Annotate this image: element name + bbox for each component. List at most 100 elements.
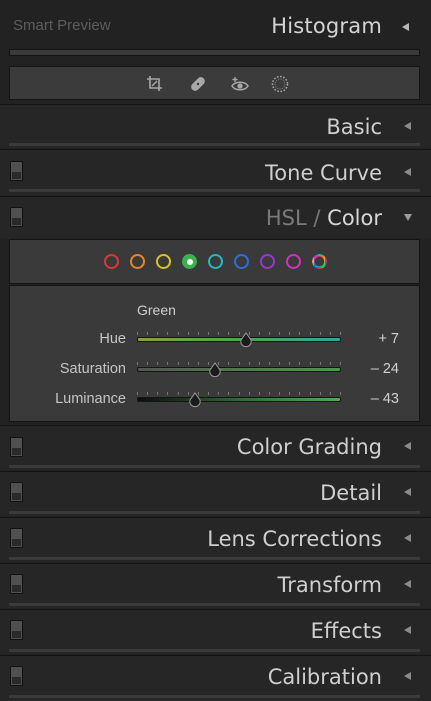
collapse-triangle-icon[interactable]	[404, 214, 412, 221]
saturation-value[interactable]: – 24	[339, 361, 399, 377]
effects-panel-header[interactable]: Effects	[0, 609, 431, 654]
slider-tick	[289, 392, 291, 395]
hue-label: Hue	[99, 331, 126, 347]
slider-tick	[309, 332, 311, 335]
lens-corrections-panel-title[interactable]: Lens Corrections	[207, 527, 382, 551]
swatch-blue[interactable]	[234, 254, 249, 269]
slider-tick	[329, 392, 331, 395]
crop-icon[interactable]	[144, 73, 166, 95]
slider-tick	[228, 362, 230, 365]
detail-panel-title[interactable]: Detail	[320, 481, 382, 505]
effects-panel-title[interactable]: Effects	[311, 619, 382, 643]
swatch-magenta[interactable]	[286, 254, 301, 269]
transform-panel-title[interactable]: Transform	[278, 573, 382, 597]
develop-right-panel: Smart Preview Histogram Basic Tone Curve	[0, 0, 431, 701]
slider-tick	[319, 362, 321, 365]
panel-toggle-switch[interactable]	[10, 482, 23, 502]
slider-tick	[167, 332, 169, 335]
expand-triangle-icon[interactable]	[404, 442, 411, 450]
slider-tick	[177, 332, 179, 335]
masking-icon[interactable]	[269, 73, 291, 95]
saturation-slider-thumb[interactable]	[208, 362, 222, 378]
swatch-red[interactable]	[104, 254, 119, 269]
luminance-value[interactable]: – 43	[339, 391, 399, 407]
luminance-label: Luminance	[55, 391, 126, 407]
calibration-panel-title[interactable]: Calibration	[268, 665, 382, 689]
expand-triangle-icon[interactable]	[404, 488, 411, 496]
channel-name: Green	[137, 302, 176, 318]
red-eye-icon[interactable]	[229, 73, 251, 95]
saturation-slider-track[interactable]	[137, 367, 341, 372]
luminance-slider-thumb[interactable]	[188, 392, 202, 408]
hue-slider-thumb[interactable]	[239, 332, 253, 348]
slider-tick	[329, 332, 331, 335]
histogram-header[interactable]: Smart Preview Histogram	[0, 0, 431, 46]
expand-triangle-icon[interactable]	[404, 534, 411, 542]
slider-tick	[248, 362, 250, 365]
slider-tick	[137, 362, 138, 365]
slider-tick	[228, 332, 230, 335]
slider-tick	[157, 362, 159, 365]
panel-toggle-switch[interactable]	[10, 666, 23, 686]
panel-toggle-switch[interactable]	[10, 207, 23, 227]
basic-panel-title[interactable]: Basic	[326, 115, 382, 139]
swatch-green[interactable]	[182, 254, 197, 269]
color-grading-panel-header[interactable]: Color Grading	[0, 425, 431, 470]
color-grading-panel-title[interactable]: Color Grading	[237, 435, 382, 459]
slider-tick	[268, 332, 270, 335]
slider-tick	[208, 332, 210, 335]
slider-tick	[299, 332, 301, 335]
swatch-aqua[interactable]	[208, 254, 223, 269]
healing-icon[interactable]	[187, 73, 209, 95]
expand-triangle-icon[interactable]	[404, 672, 411, 680]
saturation-ticks	[137, 362, 341, 365]
expand-triangle-icon[interactable]	[404, 122, 411, 130]
saturation-label: Saturation	[59, 361, 126, 377]
hue-value[interactable]: + 7	[339, 331, 399, 347]
panel-toggle-switch[interactable]	[10, 528, 23, 548]
swatch-all[interactable]	[312, 254, 327, 269]
slider-tick	[218, 332, 220, 335]
detail-panel-header[interactable]: Detail	[0, 471, 431, 516]
divider	[9, 649, 420, 652]
slider-tick	[157, 392, 159, 395]
histogram-area	[9, 49, 420, 56]
slider-tick	[319, 332, 321, 335]
slider-tick	[309, 392, 311, 395]
panel-toggle-switch[interactable]	[10, 437, 23, 457]
slider-tick	[238, 392, 240, 395]
slider-tick	[258, 392, 260, 395]
expand-triangle-icon[interactable]	[404, 168, 411, 176]
panel-toggle-switch[interactable]	[10, 161, 23, 181]
slider-tick	[268, 392, 270, 395]
expand-triangle-icon[interactable]	[404, 580, 411, 588]
panel-toggle-switch[interactable]	[10, 620, 23, 640]
slider-tick	[279, 362, 281, 365]
swatch-yellow[interactable]	[156, 254, 171, 269]
swatch-purple[interactable]	[260, 254, 275, 269]
slider-tick	[197, 332, 199, 335]
histogram-title[interactable]: Histogram	[271, 14, 382, 38]
tab-color[interactable]: Color	[327, 206, 382, 230]
tone-curve-panel-title[interactable]: Tone Curve	[265, 161, 382, 185]
slider-tick	[299, 392, 301, 395]
panel-toggle-switch[interactable]	[10, 574, 23, 594]
collapse-triangle-icon[interactable]	[402, 23, 409, 31]
slider-tick	[157, 332, 159, 335]
basic-panel-header[interactable]: Basic	[0, 104, 431, 148]
lens-corrections-panel-header[interactable]: Lens Corrections	[0, 517, 431, 562]
slider-tick	[147, 332, 149, 335]
divider	[9, 189, 420, 192]
swatch-orange[interactable]	[130, 254, 145, 269]
luminance-slider-track[interactable]	[137, 397, 341, 402]
slider-tick	[137, 392, 138, 395]
expand-triangle-icon[interactable]	[404, 626, 411, 634]
smart-preview-label: Smart Preview	[13, 17, 111, 34]
transform-panel-header[interactable]: Transform	[0, 563, 431, 608]
slider-tick	[299, 362, 301, 365]
slider-tick	[319, 392, 321, 395]
slider-tick	[279, 392, 281, 395]
slider-tick	[228, 392, 230, 395]
tab-hsl[interactable]: HSL	[266, 206, 307, 230]
hsl-color-panel-header[interactable]: HSL / Color	[0, 196, 431, 238]
